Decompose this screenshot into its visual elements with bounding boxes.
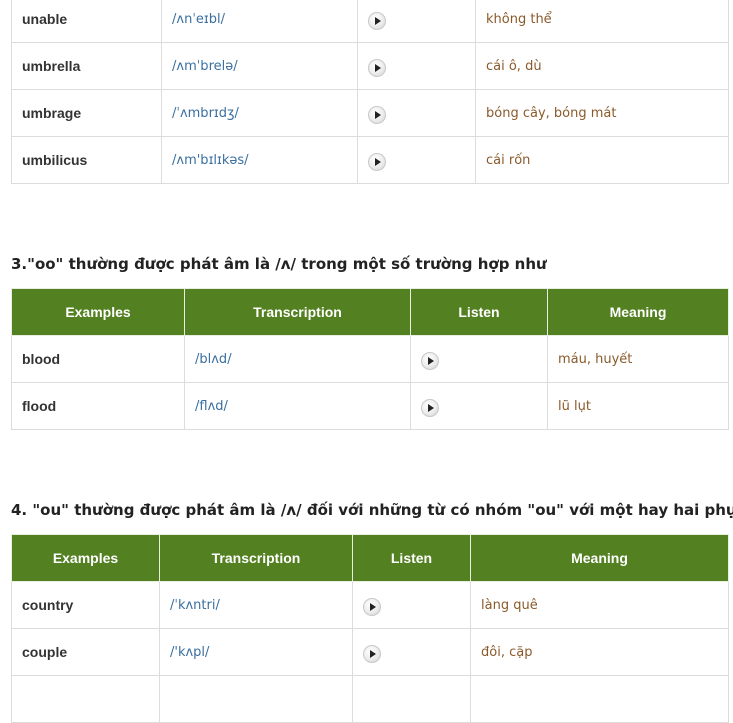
transcription-cell: /ˈʌmbrɪdʒ/ <box>161 89 358 137</box>
meaning-cell: cái ô, dù <box>475 42 729 90</box>
transcription-cell: /ˈkʌntri/ <box>159 581 353 629</box>
play-icon[interactable] <box>363 645 381 663</box>
meaning-cell: không thể <box>475 0 729 43</box>
transcription-cell: /ʌm'bɪlɪkəs/ <box>161 136 358 184</box>
play-icon[interactable] <box>363 598 381 616</box>
word-cell: umbrella <box>11 42 162 90</box>
table-row: couple /'kʌpl/ đôi, cặp <box>11 628 729 676</box>
transcription-cell: /'kʌpl/ <box>159 628 353 676</box>
table-row <box>11 675 729 723</box>
word-cell: country <box>11 581 160 629</box>
meaning-cell: máu, huyết <box>547 335 729 383</box>
word-cell: umbilicus <box>11 136 162 184</box>
word-cell: umbrage <box>11 89 162 137</box>
listen-cell <box>352 675 471 723</box>
listen-cell <box>357 42 476 90</box>
play-icon[interactable] <box>368 106 386 124</box>
table-row: flood /flʌd/ lũ lụt <box>11 382 729 430</box>
word-cell: couple <box>11 628 160 676</box>
header-examples: Examples <box>11 534 160 582</box>
table-header-row: Examples Transcription Listen Meaning <box>11 288 729 336</box>
transcription-cell: /blʌd/ <box>184 335 411 383</box>
header-transcription: Transcription <box>159 534 353 582</box>
listen-cell <box>357 89 476 137</box>
table-row: unable /ʌnˈeɪbl/ không thể <box>11 0 729 43</box>
transcription-cell <box>159 675 353 723</box>
listen-cell <box>352 628 471 676</box>
play-icon[interactable] <box>368 153 386 171</box>
table-row: umbilicus /ʌm'bɪlɪkəs/ cái rốn <box>11 136 729 184</box>
section-3-heading: 3."oo" thường được phát âm là /ʌ/ trong … <box>11 255 547 273</box>
transcription-cell: /ʌmˈbrelə/ <box>161 42 358 90</box>
word-cell: blood <box>11 335 185 383</box>
meaning-cell: đôi, cặp <box>470 628 729 676</box>
header-meaning: Meaning <box>470 534 729 582</box>
table-row: country /ˈkʌntri/ làng quê <box>11 581 729 629</box>
play-icon[interactable] <box>421 352 439 370</box>
listen-cell <box>357 0 476 43</box>
table-row: umbrella /ʌmˈbrelə/ cái ô, dù <box>11 42 729 90</box>
table-row: blood /blʌd/ máu, huyết <box>11 335 729 383</box>
word-cell: unable <box>11 0 162 43</box>
table-row: umbrage /ˈʌmbrɪdʒ/ bóng cây, bóng mát <box>11 89 729 137</box>
header-listen: Listen <box>352 534 471 582</box>
transcription-cell: /ʌnˈeɪbl/ <box>161 0 358 43</box>
vocab-table-3: Examples Transcription Listen Meaning bl… <box>11 288 729 430</box>
vocab-table-4: Examples Transcription Listen Meaning co… <box>11 534 729 723</box>
listen-cell <box>357 136 476 184</box>
header-examples: Examples <box>11 288 185 336</box>
play-icon[interactable] <box>368 12 386 30</box>
meaning-cell: bóng cây, bóng mát <box>475 89 729 137</box>
table-header-row: Examples Transcription Listen Meaning <box>11 534 729 582</box>
listen-cell <box>352 581 471 629</box>
header-listen: Listen <box>410 288 548 336</box>
header-transcription: Transcription <box>184 288 411 336</box>
vocab-table-2: unable /ʌnˈeɪbl/ không thể umbrella /ʌmˈ… <box>11 0 729 184</box>
meaning-cell: lũ lụt <box>547 382 729 430</box>
header-meaning: Meaning <box>547 288 729 336</box>
listen-cell <box>410 335 548 383</box>
meaning-cell: cái rốn <box>475 136 729 184</box>
meaning-cell <box>470 675 729 723</box>
play-icon[interactable] <box>421 399 439 417</box>
section-4-heading: 4. "ou" thường được phát âm là /ʌ/ đối v… <box>11 501 733 519</box>
meaning-cell: làng quê <box>470 581 729 629</box>
listen-cell <box>410 382 548 430</box>
play-icon[interactable] <box>368 59 386 77</box>
word-cell <box>11 675 160 723</box>
word-cell: flood <box>11 382 185 430</box>
transcription-cell: /flʌd/ <box>184 382 411 430</box>
